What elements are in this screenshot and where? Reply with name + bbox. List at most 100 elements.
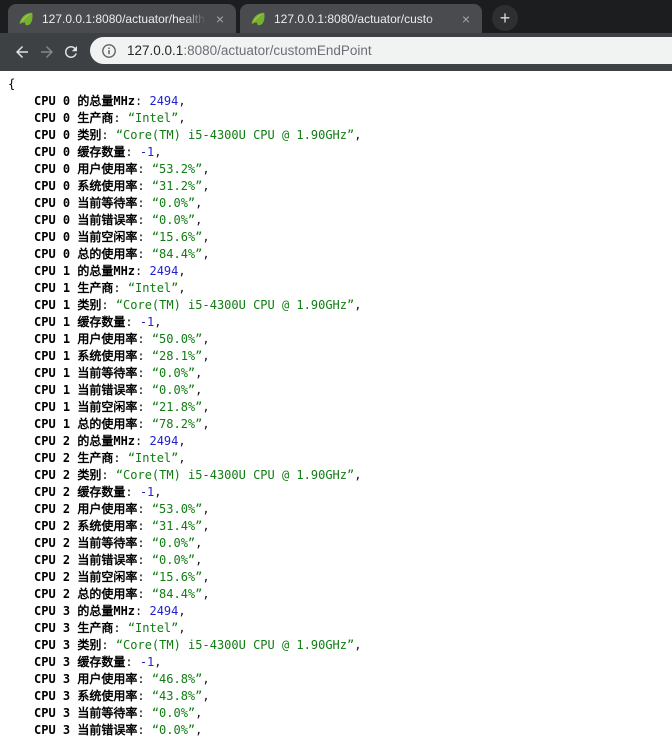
url-text: 127.0.0.1:8080/actuator/customEndPoint: [127, 43, 372, 58]
json-comma: ,: [202, 179, 209, 193]
json-colon: :: [137, 706, 151, 720]
json-key: CPU 3 生产商: [34, 621, 113, 635]
json-comma: ,: [178, 94, 185, 108]
json-key: CPU 2 生产商: [34, 451, 113, 465]
json-value: “43.8%”: [152, 689, 203, 703]
json-line: CPU 0 当前错误率: “0.0%”,: [8, 212, 672, 229]
json-value: “0.0%”: [152, 213, 195, 227]
json-key: CPU 1 当前空闲率: [34, 400, 137, 414]
json-comma: ,: [178, 451, 185, 465]
json-comma: ,: [178, 281, 185, 295]
json-value: “Core(TM) i5-4300U CPU @ 1.90GHz”: [116, 298, 354, 312]
json-value: “0.0%”: [152, 383, 195, 397]
json-comma: ,: [202, 417, 209, 431]
json-key: CPU 2 的总量MHz: [34, 434, 135, 448]
json-key: CPU 0 的总量MHz: [34, 94, 135, 108]
url-path: :8080/actuator/customEndPoint: [183, 43, 371, 58]
json-colon: :: [113, 451, 127, 465]
json-colon: :: [137, 553, 151, 567]
address-bar[interactable]: 127.0.0.1:8080/actuator/customEndPoint: [90, 37, 672, 64]
json-colon: :: [125, 655, 139, 669]
json-value: 2494: [149, 604, 178, 618]
tab-actuator-health[interactable]: 127.0.0.1:8080/actuator/health ×: [8, 4, 236, 33]
json-colon: :: [137, 179, 151, 193]
json-line: CPU 1 系统使用率: “28.1%”,: [8, 348, 672, 365]
json-value: “21.8%”: [152, 400, 203, 414]
json-key: CPU 3 缓存数量: [34, 655, 125, 669]
json-value: 2494: [149, 264, 178, 278]
json-key: CPU 2 总的使用率: [34, 587, 137, 601]
json-colon: :: [125, 145, 139, 159]
json-line: CPU 3 生产商: “Intel”,: [8, 620, 672, 637]
json-value: “28.1%”: [152, 349, 203, 363]
json-comma: ,: [354, 128, 361, 142]
json-key: CPU 1 系统使用率: [34, 349, 137, 363]
json-line: CPU 2 的总量MHz: 2494,: [8, 433, 672, 450]
json-line: CPU 0 当前空闲率: “15.6%”,: [8, 229, 672, 246]
json-line: CPU 1 用户使用率: “50.0%”,: [8, 331, 672, 348]
json-comma: ,: [202, 162, 209, 176]
refresh-icon[interactable]: [62, 43, 80, 61]
json-colon: :: [135, 264, 149, 278]
json-value: 2494: [149, 434, 178, 448]
json-key: CPU 0 用户使用率: [34, 162, 137, 176]
tab-actuator-custom-endpoint[interactable]: 127.0.0.1:8080/actuator/custo ×: [240, 4, 482, 33]
json-value: “Intel”: [128, 281, 179, 295]
json-line: CPU 2 生产商: “Intel”,: [8, 450, 672, 467]
json-line: CPU 3 当前等待率: “0.0%”,: [8, 705, 672, 722]
json-comma: ,: [178, 604, 185, 618]
new-tab-button[interactable]: +: [492, 5, 518, 31]
json-comma: ,: [202, 400, 209, 414]
json-response-view: { CPU 0 的总量MHz: 2494,CPU 0 生产商: “Intel”,…: [0, 71, 672, 736]
json-value: “0.0%”: [152, 196, 195, 210]
json-value: “Core(TM) i5-4300U CPU @ 1.90GHz”: [116, 128, 354, 142]
json-value: “15.6%”: [152, 570, 203, 584]
json-value: -1: [140, 655, 154, 669]
json-line: CPU 1 类别: “Core(TM) i5-4300U CPU @ 1.90G…: [8, 297, 672, 314]
json-colon: :: [137, 723, 151, 736]
json-colon: :: [137, 519, 151, 533]
json-value: “84.4%”: [152, 247, 203, 261]
json-key: CPU 3 当前错误率: [34, 723, 137, 736]
json-value: “46.8%”: [152, 672, 203, 686]
json-key: CPU 1 当前错误率: [34, 383, 137, 397]
json-line: CPU 0 当前等待率: “0.0%”,: [8, 195, 672, 212]
json-key: CPU 1 当前等待率: [34, 366, 137, 380]
json-line: CPU 3 系统使用率: “43.8%”,: [8, 688, 672, 705]
json-value: “Intel”: [128, 111, 179, 125]
json-line: CPU 3 用户使用率: “46.8%”,: [8, 671, 672, 688]
json-key: CPU 2 当前等待率: [34, 536, 137, 550]
json-line: CPU 3 当前错误率: “0.0%”,: [8, 722, 672, 736]
json-key: CPU 3 的总量MHz: [34, 604, 135, 618]
json-line: CPU 2 当前错误率: “0.0%”,: [8, 552, 672, 569]
json-comma: ,: [178, 264, 185, 278]
json-key: CPU 0 当前空闲率: [34, 230, 137, 244]
json-value: “Intel”: [128, 621, 179, 635]
json-key: CPU 0 当前错误率: [34, 213, 137, 227]
info-icon[interactable]: [101, 43, 117, 59]
tab-title: 127.0.0.1:8080/actuator/health: [42, 12, 206, 26]
json-comma: ,: [354, 298, 361, 312]
json-comma: ,: [202, 230, 209, 244]
json-key: CPU 1 总的使用率: [34, 417, 137, 431]
json-lines: CPU 0 的总量MHz: 2494,CPU 0 生产商: “Intel”,CP…: [8, 93, 672, 736]
forward-icon[interactable]: [38, 43, 56, 61]
json-line: CPU 2 当前等待率: “0.0%”,: [8, 535, 672, 552]
json-colon: :: [137, 689, 151, 703]
back-icon[interactable]: [13, 43, 31, 61]
close-icon[interactable]: ×: [212, 12, 228, 26]
json-line: CPU 2 类别: “Core(TM) i5-4300U CPU @ 1.90G…: [8, 467, 672, 484]
json-key: CPU 3 系统使用率: [34, 689, 137, 703]
json-value: -1: [140, 485, 154, 499]
json-key: CPU 3 当前等待率: [34, 706, 137, 720]
json-value: -1: [140, 145, 154, 159]
json-comma: ,: [354, 638, 361, 652]
json-comma: ,: [202, 247, 209, 261]
json-colon: :: [137, 196, 151, 210]
json-line: CPU 1 当前错误率: “0.0%”,: [8, 382, 672, 399]
json-comma: ,: [195, 196, 202, 210]
json-line: CPU 0 总的使用率: “84.4%”,: [8, 246, 672, 263]
json-value: “0.0%”: [152, 536, 195, 550]
close-icon[interactable]: ×: [458, 12, 474, 26]
json-colon: :: [137, 502, 151, 516]
